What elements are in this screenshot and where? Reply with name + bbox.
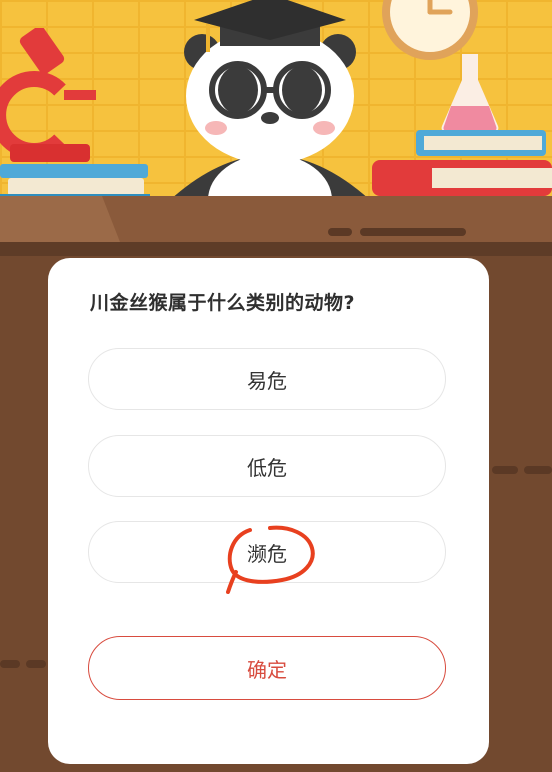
book-stack-left [0, 164, 150, 200]
desk-slot [0, 660, 20, 668]
desk-slot [524, 466, 552, 474]
confirm-label: 确定 [247, 657, 287, 682]
panda-mascot [170, 0, 370, 200]
desk-top-highlight [0, 196, 120, 242]
quiz-card: 川金丝猴属于什么类别的动物? 易危 低危 濒危 确定 [48, 258, 489, 764]
confirm-button[interactable]: 确定 [88, 636, 446, 700]
desk-edge [0, 242, 552, 256]
desk-slot [492, 466, 518, 474]
desk-slot [26, 660, 46, 668]
book-stack-right [372, 130, 552, 196]
option-button-2[interactable]: 低危 [88, 435, 446, 497]
option-label: 低危 [247, 455, 287, 480]
desk-slot [328, 228, 352, 236]
flask-icon [441, 54, 499, 132]
option-label: 易危 [247, 368, 287, 393]
question-text: 川金丝猴属于什么类别的动物? [90, 292, 356, 314]
desk-slot [360, 228, 466, 236]
option-button-1[interactable]: 易危 [88, 348, 446, 410]
hand-drawn-circle-annotation [226, 525, 315, 594]
microscope-icon [0, 28, 96, 162]
